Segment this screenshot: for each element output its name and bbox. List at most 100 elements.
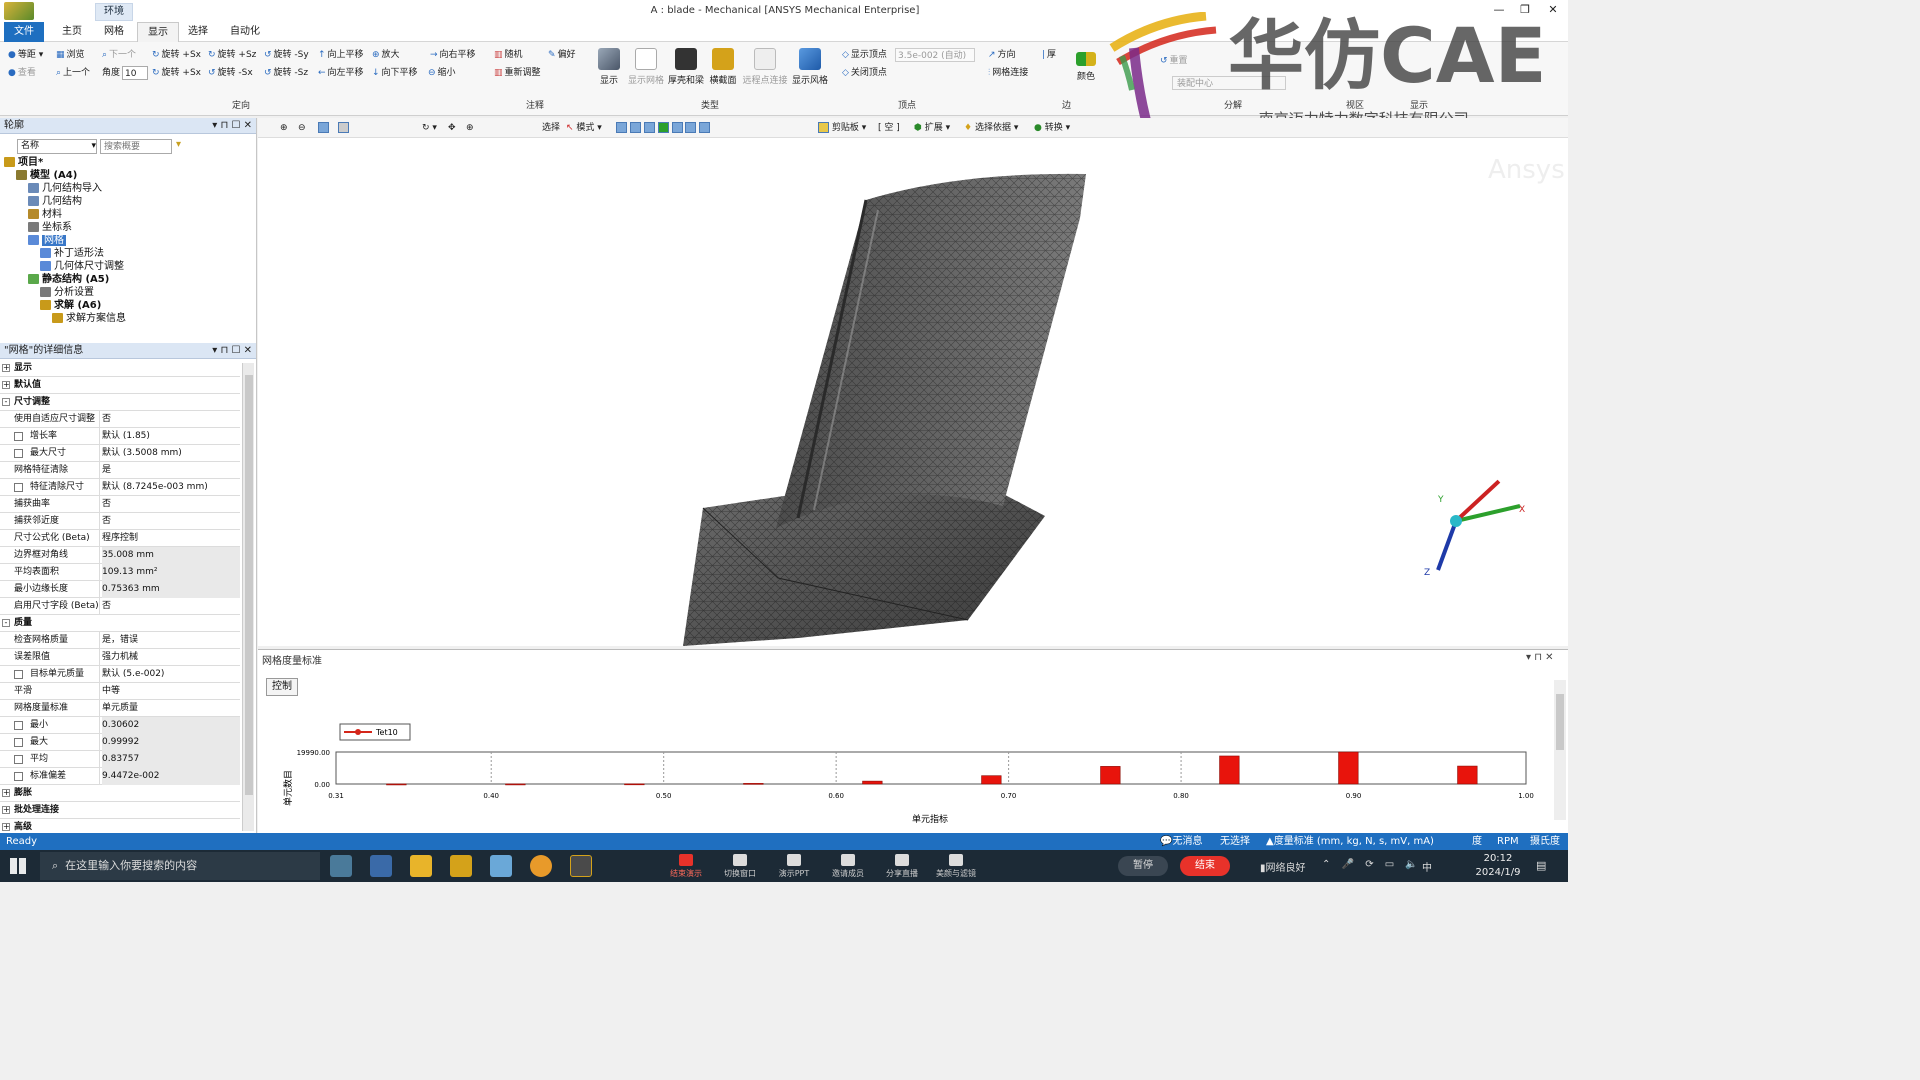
details-value[interactable]: 否 (102, 598, 240, 615)
mode-button[interactable]: ↖ 模式 ▾ (566, 121, 602, 135)
details-value[interactable]: 否 (102, 411, 240, 428)
details-category[interactable]: + 批处理连接 (0, 802, 240, 819)
convert-button[interactable]: ● 转换 ▾ (1034, 121, 1070, 135)
wireframe-icon[interactable] (338, 121, 349, 135)
show-mesh-button[interactable]: 显示网格 (626, 48, 666, 86)
details-row[interactable]: 目标单元质量 默认 (5.e-002) (0, 666, 240, 683)
pan-down-button[interactable]: ↓ 向下平移 (372, 66, 418, 80)
details-value[interactable]: 默认 (1.85) (102, 428, 240, 445)
tree-node[interactable]: 坐标系 (4, 221, 254, 234)
details-value[interactable]: 109.13 mm² (102, 564, 240, 581)
details-category[interactable]: - 尺寸调整 (0, 394, 240, 411)
status-rpm-unit[interactable]: RPM (1497, 833, 1519, 850)
rotate-minus-sz-button[interactable]: ↺ 旋转 -Sz (264, 66, 308, 80)
details-scrollbar[interactable] (242, 363, 254, 831)
details-value[interactable]: 0.83757 (102, 751, 240, 768)
details-value[interactable]: 中等 (102, 683, 240, 700)
windows-start-icon[interactable] (10, 858, 26, 874)
outline-search-dropdown-icon[interactable]: ▾ (176, 139, 181, 150)
ime-indicator[interactable]: 中 (1422, 859, 1432, 874)
menu-automation[interactable]: 自动化 (220, 22, 270, 42)
graphics-viewport[interactable]: Ansys Y X Z (258, 138, 1568, 646)
random-button[interactable]: ▥ 随机 (494, 48, 523, 62)
zoom-out-button[interactable]: ⊖ 缩小 (428, 66, 456, 80)
extend-button[interactable]: ⬢ 扩展 ▾ (914, 121, 950, 135)
display-button[interactable]: 显示 (589, 48, 629, 86)
tray-icons[interactable]: ⌃ 🎤 ⟳ ▭ 🔈 (1322, 859, 1422, 870)
details-value[interactable]: 0.75363 mm (102, 581, 240, 598)
pan-up-button[interactable]: ↑ 向上平移 (318, 48, 364, 62)
select-label[interactable]: 选择 (542, 121, 560, 135)
details-value[interactable]: 默认 (5.e-002) (102, 666, 240, 683)
menu-display[interactable]: 显示 (137, 22, 179, 42)
metric-scrollbar[interactable] (1554, 680, 1566, 820)
tree-node[interactable]: 几何结构导入 (4, 182, 254, 195)
details-value[interactable]: 0.30602 (102, 717, 240, 734)
zoom-box-icon[interactable]: ⊖ (298, 121, 306, 135)
details-row[interactable]: 误差限值 强力机械 (0, 649, 240, 666)
mechanical-icon[interactable] (570, 855, 592, 877)
details-row[interactable]: 平均 0.83757 (0, 751, 240, 768)
rotate-minus-sy-button[interactable]: ↺ 旋转 -Sy (264, 48, 309, 62)
meeting-app-button[interactable]: 邀请成员 (822, 852, 874, 880)
show-vertex-button[interactable]: ◇ 显示顶点 (842, 48, 887, 62)
tree-node[interactable]: 分析设置 (4, 286, 254, 299)
mesh-connection-button[interactable]: ⫶ 网格连接 (988, 66, 1028, 80)
metric-panel-controls[interactable]: ▾ ⊓ ✕ (1526, 652, 1554, 663)
zoom-fit-icon[interactable]: ⊕ (280, 121, 288, 135)
end-button[interactable]: 结束 (1180, 856, 1230, 876)
pause-button[interactable]: 暂停 (1118, 856, 1168, 876)
file-explorer-icon[interactable] (410, 855, 432, 877)
context-tab-environment[interactable]: 环境 (95, 3, 133, 21)
meeting-app-button[interactable]: 分享直播 (876, 852, 928, 880)
tree-node[interactable]: 静态结构 (A5) (4, 273, 254, 286)
details-row[interactable]: 特征清除尺寸 默认 (8.7245e-003 mm) (0, 479, 240, 496)
browse-button[interactable]: ▦ 浏览 (56, 48, 85, 62)
details-value[interactable]: 否 (102, 496, 240, 513)
details-value[interactable]: 默认 (3.5008 mm) (102, 445, 240, 462)
direction-button[interactable]: ↗ 方向 (988, 48, 1016, 62)
status-messages[interactable]: 💬无消息 (1160, 833, 1202, 850)
details-row[interactable]: 最小边缘长度 0.75363 mm (0, 581, 240, 598)
select-filter-icons[interactable] (616, 121, 711, 135)
calculator-icon[interactable] (370, 855, 392, 877)
details-row[interactable]: 网格特征清除是 (0, 462, 240, 479)
details-row[interactable]: 启用尺寸字段 (Beta) 否 (0, 598, 240, 615)
details-row[interactable]: 平均表面积 109.13 mm² (0, 564, 240, 581)
tree-node[interactable]: 材料 (4, 208, 254, 221)
rotate-minus-sx-button[interactable]: ↺ 旋转 -Sx (208, 66, 253, 80)
outline-search-input[interactable] (100, 139, 172, 154)
details-value[interactable]: 程序控制 (102, 530, 240, 547)
rotate-plus-sx-button-2[interactable]: ↻ 旋转 +Sx (152, 66, 201, 80)
rotate-plus-sx-button[interactable]: ↻ 旋转 +Sx (152, 48, 201, 62)
zoom-icon[interactable]: ⊕ (466, 121, 474, 135)
workbench-icon[interactable] (450, 855, 472, 877)
taskbar-search-box[interactable]: ⌕ 在这里输入你要搜索的内容 (40, 852, 320, 880)
control-button[interactable]: 控制 (266, 678, 298, 696)
vertex-size-select[interactable]: 3.5e-002 (自动) (895, 48, 975, 62)
details-row[interactable]: 检查网格质量 是，错误 (0, 632, 240, 649)
details-row[interactable]: 最小 0.30602 (0, 717, 240, 734)
tree-node[interactable]: 求解 (A6) (4, 299, 254, 312)
tree-node[interactable]: 求解方案信息 (4, 312, 254, 325)
rotate-icon[interactable]: ↻ ▾ (422, 121, 437, 135)
next-button[interactable]: ⌕ 下一个 (102, 48, 136, 62)
details-row[interactable]: 尺寸公式化 (Beta) 程序控制 (0, 530, 240, 547)
view-button[interactable]: ● 查看 (8, 66, 36, 80)
details-row[interactable]: 使用自适应尺寸调整否 (0, 411, 240, 428)
previous-button[interactable]: ⌕ 上一个 (56, 66, 90, 80)
details-value[interactable]: 默认 (8.7245e-003 mm) (102, 479, 240, 496)
rotate-plus-sz-button[interactable]: ↻ 旋转 +Sz (208, 48, 256, 62)
angle-input[interactable]: 10 (122, 66, 148, 80)
tree-node[interactable]: 几何结构 (4, 195, 254, 208)
details-row[interactable]: 最大 0.99992 (0, 734, 240, 751)
thick-shell-beam-button[interactable]: 厚壳和梁 (666, 48, 706, 86)
status-units[interactable]: ▲度量标准 (mm, kg, N, s, mV, mA) (1266, 833, 1434, 850)
thick-button[interactable]: | 厚 (1042, 48, 1056, 62)
tree-node[interactable]: 几何体尺寸调整 (4, 260, 254, 273)
select-by-button[interactable]: ♦ 选择依据 ▾ (964, 121, 1018, 135)
details-value[interactable]: 35.008 mm (102, 547, 240, 564)
tree-node[interactable]: 补丁适形法 (4, 247, 254, 260)
details-row[interactable]: 增长率 默认 (1.85) (0, 428, 240, 445)
cross-section-button[interactable]: 横截面 (703, 48, 743, 86)
